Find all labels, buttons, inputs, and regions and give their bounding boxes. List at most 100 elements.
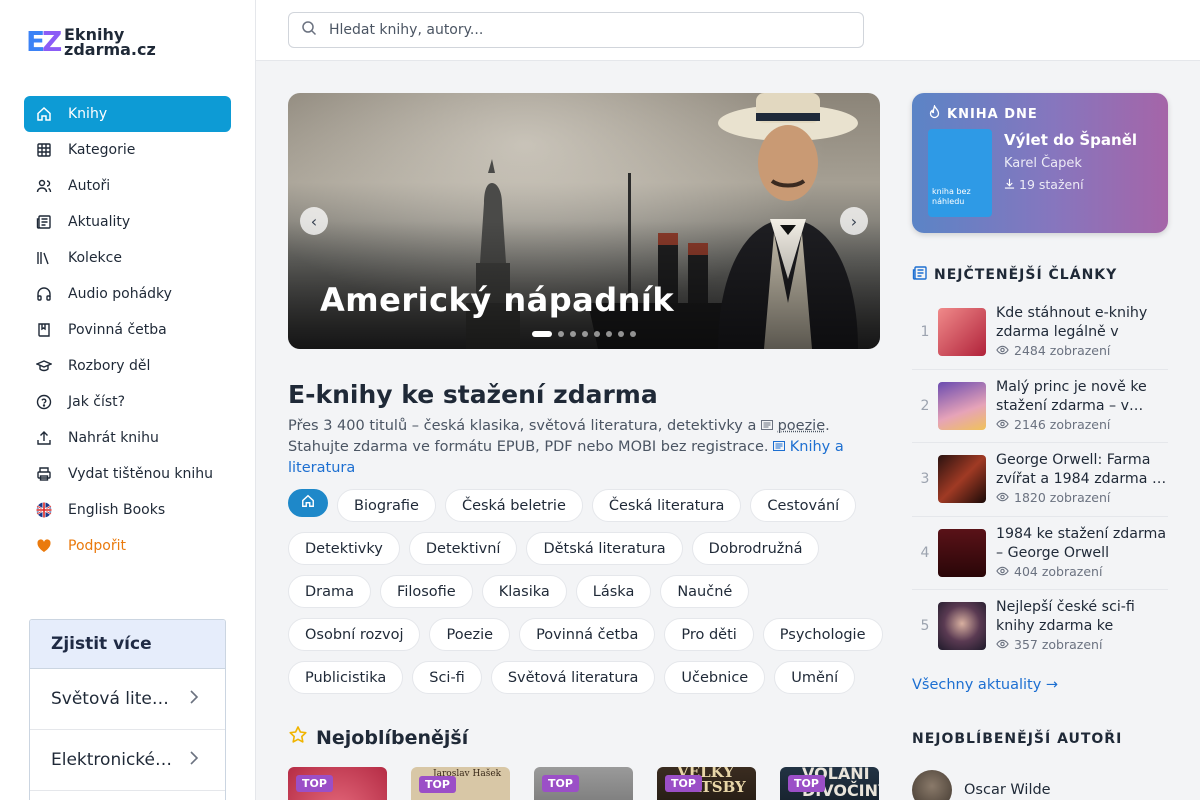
eye-icon: [996, 417, 1009, 432]
upload-icon: [36, 430, 52, 446]
genre-chip[interactable]: Detektivní: [408, 532, 518, 565]
genre-chip[interactable]: Cestování: [750, 489, 857, 522]
genre-chip[interactable]: Detektivky: [288, 532, 400, 565]
book-of-the-day-card[interactable]: KNIHA DNE kniha bez náhledu Výlet do Špa…: [912, 93, 1168, 233]
genre-chip[interactable]: Osobní rozvoj: [288, 618, 421, 651]
hero-carousel[interactable]: Americký nápadník ‹ ›: [288, 93, 880, 349]
top-badge: TOP: [542, 775, 579, 792]
article-title: Nejlepší české sci-fi knihy zdarma ke st…: [996, 599, 1135, 634]
most-read-list: 1 Kde stáhnout e-knihy zdarma legálně v …: [912, 296, 1168, 664]
favorites-heading: Nejoblíbenější: [288, 725, 468, 750]
article-item[interactable]: 3 George Orwell: Farma zvířat a 1984 zda…: [912, 443, 1168, 517]
eye-icon: [996, 637, 1009, 652]
learn-more-item[interactable]: Elektronické knihy: [30, 730, 225, 791]
nav-item-podporit[interactable]: Podpořit: [24, 528, 231, 564]
genre-chip[interactable]: Filosofie: [380, 575, 473, 608]
author-item[interactable]: Oscar Wilde: [912, 770, 1051, 800]
genre-chip[interactable]: Biografie: [337, 489, 436, 522]
genre-chip[interactable]: Naučné: [660, 575, 750, 608]
genre-chip[interactable]: Dobrodružná: [691, 532, 820, 565]
grid-icon: [36, 142, 52, 158]
genre-chip[interactable]: Psychologie: [762, 618, 883, 651]
nav-item-nahrat-knihu[interactable]: Nahrát knihu: [24, 420, 231, 456]
popular-authors-heading: NEJOBLÍBENĚJŠÍ AUTOŘI: [912, 731, 1123, 747]
article-thumbnail: [938, 528, 986, 577]
genre-chip[interactable]: Drama: [288, 575, 372, 608]
search-box[interactable]: [288, 12, 864, 48]
book-of-the-day-cover[interactable]: kniha bez náhledu: [928, 129, 992, 217]
chevron-right-icon: [189, 750, 199, 771]
bookmark-book-icon: [36, 322, 52, 338]
carousel-dots: [532, 331, 636, 337]
book-cover[interactable]: TOP: [288, 767, 387, 800]
book-cover[interactable]: TOP: [534, 767, 633, 800]
article-title: Malý princ je nově ke stažení zdarma – v…: [996, 378, 1147, 414]
all-news-link[interactable]: Všechny aktuality →: [912, 677, 1058, 693]
carousel-dot[interactable]: [582, 331, 588, 337]
nav-item-povinna-cetba[interactable]: Povinná četba: [24, 312, 231, 348]
users-icon: [36, 178, 52, 194]
genre-chip[interactable]: Česká beletrie: [444, 489, 583, 522]
book-cover[interactable]: Jaroslav Hašek TOP: [411, 767, 510, 800]
genre-chip[interactable]: Povinná četba: [519, 618, 656, 651]
nav-item-jak-cist[interactable]: Jak číst?: [24, 384, 231, 420]
search-icon: [301, 20, 317, 40]
genre-chip[interactable]: Učebnice: [664, 661, 766, 694]
nav-item-audio-pohadky[interactable]: Audio pohádky: [24, 276, 231, 312]
hero-title[interactable]: Americký nápadník: [320, 281, 674, 319]
nav-item-english-books[interactable]: English Books: [24, 492, 231, 528]
star-icon: [288, 725, 308, 750]
book-cover[interactable]: VOLÁNÍ DIVOČINY TOP: [780, 767, 879, 800]
genre-chip[interactable]: Dětská literatura: [526, 532, 683, 565]
top-bar: [256, 0, 1200, 61]
genre-chip[interactable]: Pro děti: [664, 618, 754, 651]
article-item[interactable]: 2 Malý princ je nově ke stažení zdarma –…: [912, 370, 1168, 443]
genre-chip[interactable]: Umění: [774, 661, 856, 694]
genre-chip-home[interactable]: [288, 489, 328, 517]
top-badge: TOP: [296, 775, 333, 792]
site-logo[interactable]: EZ Eknihy zdarma.cz: [26, 26, 156, 58]
eye-icon: [996, 490, 1009, 505]
article-item[interactable]: 4 1984 ke stažení zdarma – George Orwell…: [912, 517, 1168, 590]
genre-chip[interactable]: Publicistika: [288, 661, 404, 694]
book-of-the-day-title[interactable]: Výlet do Španěl: [1004, 131, 1137, 149]
learn-more-item[interactable]: Světová literatura: [30, 669, 225, 730]
logo-mark: EZ: [26, 25, 63, 58]
library-icon: [36, 250, 52, 266]
nav-item-vydat-tistenou-knihu[interactable]: Vydat tištěnou knihu: [24, 456, 231, 492]
genre-chip[interactable]: Poezie: [429, 618, 511, 651]
carousel-dot[interactable]: [558, 331, 564, 337]
article-item[interactable]: 1 Kde stáhnout e-knihy zdarma legálně v …: [912, 296, 1168, 370]
nav-item-knihy[interactable]: Knihy: [24, 96, 231, 132]
newspaper-icon: [36, 214, 52, 230]
carousel-dot[interactable]: [606, 331, 612, 337]
uk-flag-icon: [36, 502, 52, 518]
carousel-prev-button[interactable]: ‹: [300, 207, 328, 235]
carousel-dot[interactable]: [570, 331, 576, 337]
poetry-link[interactable]: poezie: [760, 418, 825, 434]
search-input[interactable]: [329, 22, 829, 38]
genre-chip[interactable]: Světová literatura: [490, 661, 656, 694]
nav-item-kategorie[interactable]: Kategorie: [24, 132, 231, 168]
genre-chip[interactable]: Česká literatura: [591, 489, 742, 522]
nav-item-rozbory-del[interactable]: Rozbory děl: [24, 348, 231, 384]
carousel-dot[interactable]: [630, 331, 636, 337]
article-item[interactable]: 5 Nejlepší české sci-fi knihy zdarma ke …: [912, 590, 1168, 664]
nav-item-aktuality[interactable]: Aktuality: [24, 204, 231, 240]
headphones-icon: [36, 286, 52, 302]
carousel-next-button[interactable]: ›: [840, 207, 868, 235]
genre-chip[interactable]: Klasika: [481, 575, 567, 608]
carousel-dot[interactable]: [594, 331, 600, 337]
carousel-dot[interactable]: [618, 331, 624, 337]
article-thumbnail: [938, 602, 986, 650]
book-cover[interactable]: VELKÝ GATSBY TOP: [657, 767, 756, 800]
newspaper-icon: [912, 265, 928, 285]
nav-item-autori[interactable]: Autoři: [24, 168, 231, 204]
genre-chip[interactable]: Sci-fi: [412, 661, 482, 694]
carousel-dot[interactable]: [532, 331, 552, 337]
nav-item-kolekce[interactable]: Kolekce: [24, 240, 231, 276]
book-of-the-day-label: KNIHA DNE: [928, 103, 1038, 123]
genre-chip[interactable]: Láska: [575, 575, 652, 608]
book-of-the-day-author[interactable]: Karel Čapek: [1004, 156, 1082, 171]
genre-chips: Biografie Česká beletrie Česká literatur…: [288, 489, 888, 694]
